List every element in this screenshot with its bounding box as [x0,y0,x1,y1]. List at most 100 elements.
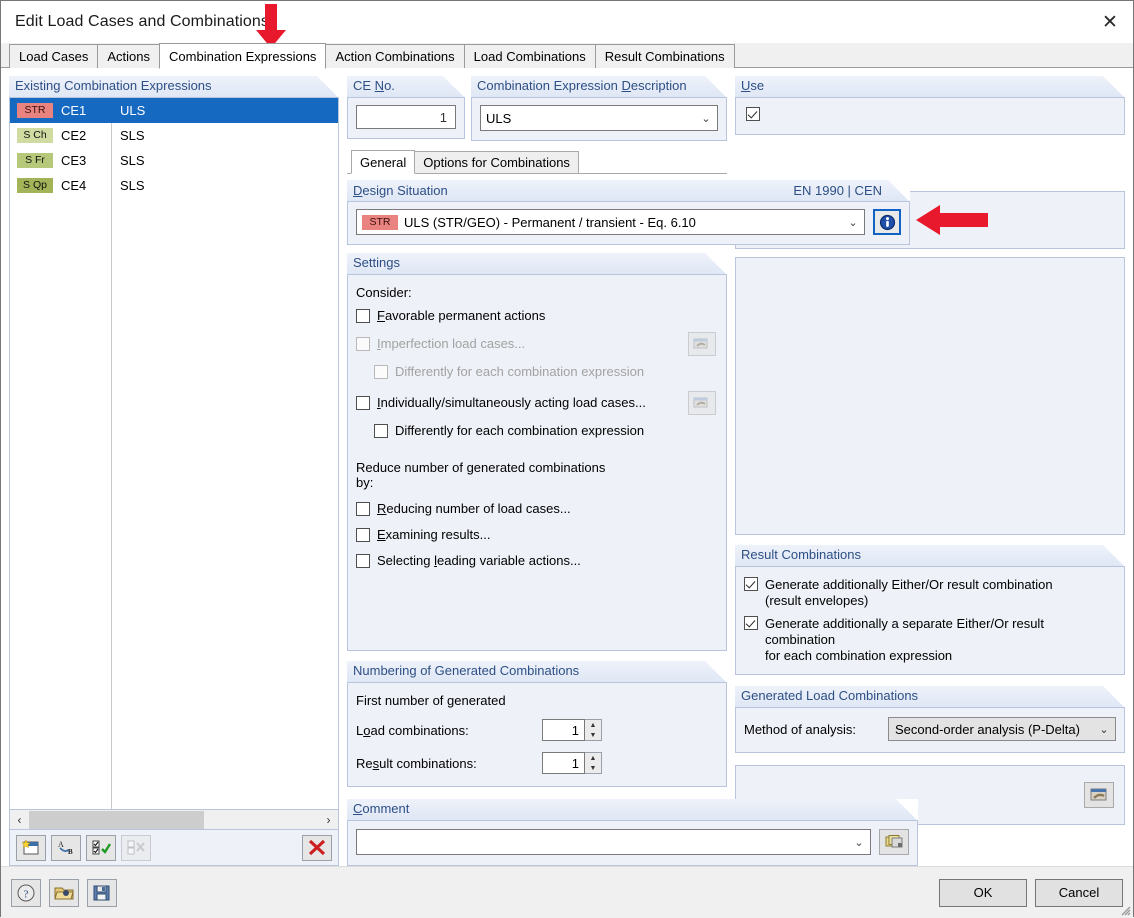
tab-load-combinations[interactable]: Load Combinations [463,44,596,68]
result-combinations-stepper[interactable]: 1 ▲ ▼ [542,752,602,774]
checkbox-reducing-number-of-load-cases[interactable]: Reducing number of load cases... [356,502,716,516]
tab-combination-expressions[interactable]: Combination Expressions [159,43,327,69]
comment-input[interactable]: ⌄ [356,829,871,855]
new-combination-expression-icon[interactable] [16,834,46,861]
stepper-down-icon[interactable]: ▼ [585,730,601,740]
stepper-value[interactable]: 1 [542,719,585,741]
svg-text:A: A [58,840,64,849]
line2: for each combination expression [765,648,953,663]
stepper-buttons[interactable]: ▲ ▼ [585,719,602,741]
subtab-general[interactable]: General [351,150,416,174]
ce-no-mnemonic: N [374,78,385,93]
stepper-down-icon[interactable]: ▼ [585,763,601,773]
result-combinations-row: Result combinations: 1 ▲ ▼ [356,752,716,774]
badge-str: STR [17,103,53,118]
stepper-buttons[interactable]: ▲ ▼ [585,752,602,774]
ce-no-body: 1 [347,98,465,139]
help-icon[interactable]: ? [11,878,41,907]
checkbox-box[interactable] [356,309,370,323]
tab-result-combinations[interactable]: Result Combinations [594,44,735,68]
checkbox-selecting-leading-variable-actions[interactable]: Selecting leading variable actions... [356,554,716,568]
delete-icon[interactable] [302,834,332,861]
comment-library-icon[interactable] [879,829,909,855]
chevron-down-icon[interactable]: ⌄ [848,836,870,849]
existing-expressions-list[interactable]: STR CE1 ULS S Ch CE2 SLS S Fr CE3 SLS S … [9,98,339,810]
ok-button[interactable]: OK [939,878,1027,907]
select-all-icon[interactable] [86,834,116,861]
design-situation-combo[interactable]: STR ULS (STR/GEO) - Permanent / transien… [356,209,865,235]
scroll-track[interactable] [29,810,319,829]
checkbox-box[interactable] [744,577,758,591]
numbering-group: Numbering of Generated Combinations Firs… [347,661,727,787]
checkbox-box[interactable] [744,616,758,630]
ce-no-group: CE No. 1 [347,76,465,141]
tab-action-combinations[interactable]: Action Combinations [325,44,465,68]
checkbox-box[interactable] [374,424,388,438]
tab-load-cases[interactable]: Load Cases [9,44,99,68]
ce-top-strip: CE No. 1 Combination Expression Descript… [347,76,727,141]
stepper-up-icon[interactable]: ▲ [585,720,601,730]
load-combinations-stepper[interactable]: 1 ▲ ▼ [542,719,602,741]
use-checkbox[interactable] [746,107,760,121]
generated-load-combinations-body: Method of analysis: Second-order analysi… [735,708,1125,753]
chevron-down-icon[interactable]: ⌄ [842,216,864,229]
checkbox-box[interactable] [356,502,370,516]
chevron-down-icon[interactable]: ⌄ [695,112,717,125]
rename-icon[interactable]: A B [51,834,81,861]
existing-group-header: Existing Combination Expressions [9,76,339,98]
settings-body: Consider: Favorable permanent actions Im… [347,275,727,651]
checkbox-imperfection-load-cases: Imperfection load cases... [356,332,716,356]
reduce-label-line1: Reduce number of generated combinations [356,460,606,475]
row-name: CE3 [61,153,87,168]
checkbox-box[interactable] [356,396,370,410]
checkbox-box[interactable] [356,528,370,542]
list-horizontal-scrollbar[interactable]: ‹ › [9,810,339,830]
checkbox-generate-separate-either-or[interactable]: Generate additionally a separate Either/… [744,616,1116,664]
method-of-analysis-value: Second-order analysis (P-Delta) [895,721,1080,737]
list-item[interactable]: STR CE1 ULS [10,98,338,123]
method-of-analysis-select[interactable]: Second-order analysis (P-Delta) ⌄ [888,717,1116,741]
info-button[interactable] [873,209,901,235]
preview-panel [735,257,1125,535]
list-item[interactable]: S Ch CE2 SLS [10,123,338,148]
generated-load-combinations-header: Generated Load Combinations [735,686,1125,708]
scroll-thumb[interactable] [29,810,204,829]
ce-no-input[interactable]: 1 [356,105,456,129]
list-item[interactable]: S Qp CE4 SLS [10,173,338,198]
resize-grip-icon[interactable] [1118,903,1131,916]
edit-load-cases-dialog: Edit Load Cases and Combinations ✕ Load … [0,0,1134,918]
individually-select-icon[interactable] [688,391,716,415]
comment-side-image-icon[interactable] [1084,782,1114,808]
load-combinations-row: Load combinations: 1 ▲ ▼ [356,719,716,741]
row-value: ULS [120,103,146,118]
checkbox-box[interactable] [356,554,370,568]
scroll-left-icon[interactable]: ‹ [10,813,29,827]
result-combinations-body: Generate additionally Either/Or result c… [735,567,1125,675]
checkbox-label: Generate additionally Either/Or result c… [765,577,1053,609]
checkbox-examining-results[interactable]: Examining results... [356,528,716,542]
scroll-right-icon[interactable]: › [319,813,338,827]
save-icon[interactable] [87,878,117,907]
sub-tabstrip: General Options for Combinations [347,150,727,174]
checkbox-individually-simultaneously[interactable]: Individually/simultaneously acting load … [356,391,716,415]
checkbox-favorable-permanent-actions[interactable]: Favorable permanent actions [356,309,716,323]
list-item[interactable]: S Fr CE3 SLS [10,148,338,173]
settings-header: Settings [347,253,727,275]
stepper-up-icon[interactable]: ▲ [585,753,601,763]
description-combo[interactable]: ULS ⌄ [480,105,718,131]
close-icon[interactable]: ✕ [1087,1,1133,43]
reduce-label: Reduce number of generated combinations … [356,460,716,490]
row-name: CE2 [61,128,87,143]
checkbox-generate-either-or[interactable]: Generate additionally Either/Or result c… [744,577,1116,609]
cancel-button[interactable]: Cancel [1035,878,1123,907]
subtab-options-for-combinations[interactable]: Options for Combinations [414,151,579,173]
checkbox-box [356,337,370,351]
tab-actions[interactable]: Actions [97,44,161,68]
chevron-down-icon[interactable]: ⌄ [1093,723,1115,736]
method-of-analysis-label: Method of analysis: [744,721,857,737]
checkbox-differently-individually[interactable]: Differently for each combination express… [374,424,716,438]
open-folder-icon[interactable] [49,878,79,907]
description-group: Combination Expression Description ULS ⌄ [471,76,727,141]
checkbox-label: Imperfection load cases... [377,336,526,351]
stepper-value[interactable]: 1 [542,752,585,774]
